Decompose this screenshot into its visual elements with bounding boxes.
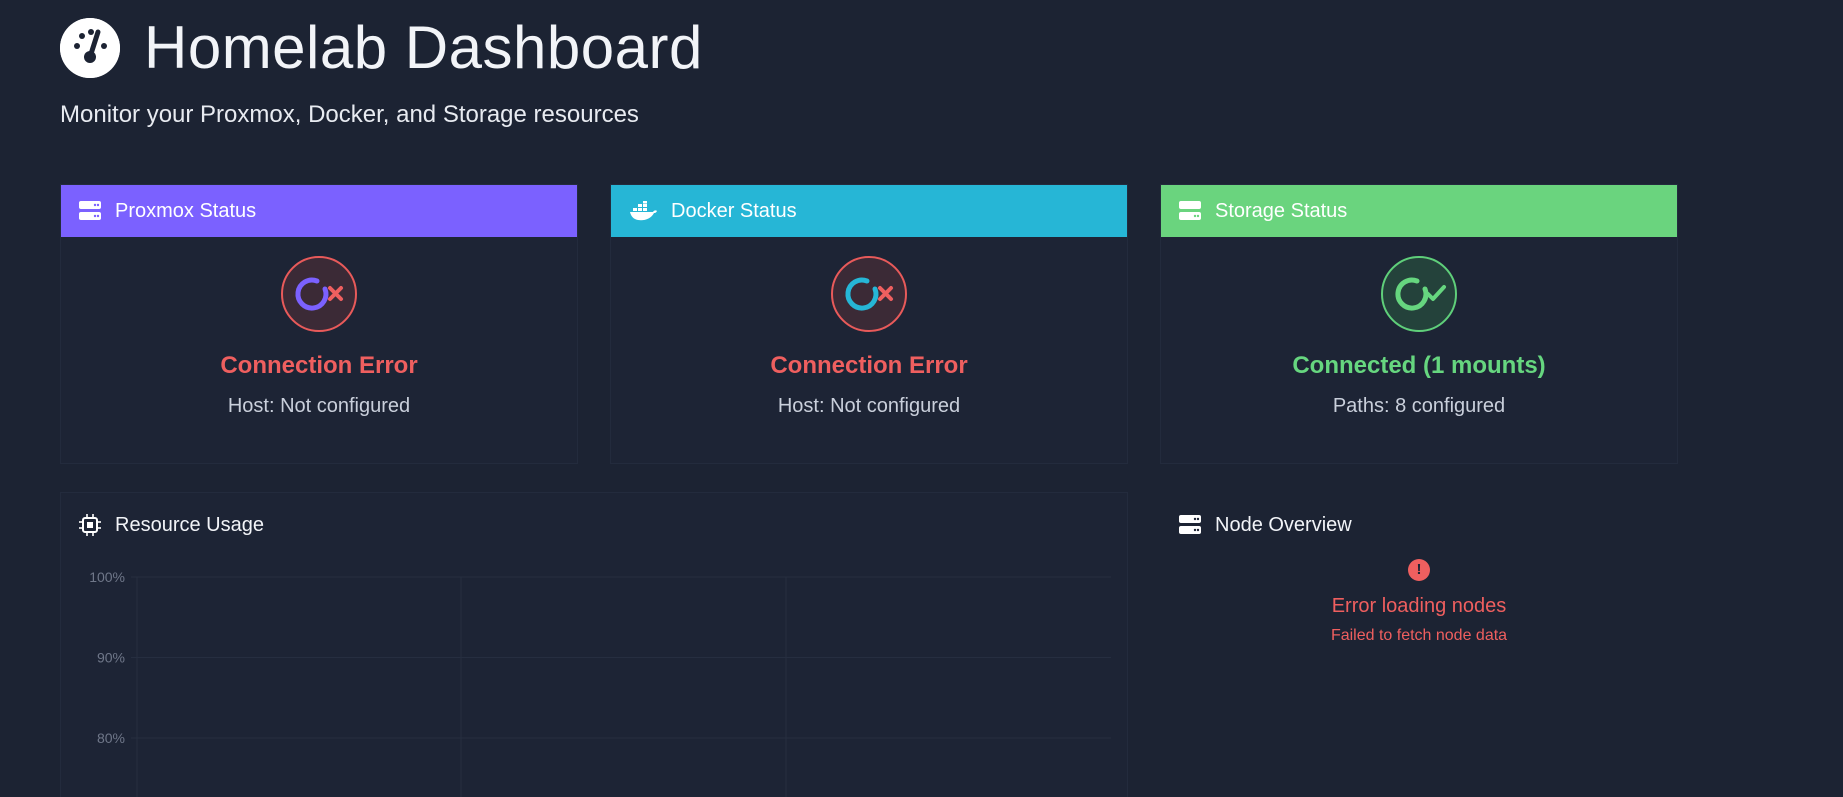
- y-tick-label: 80%: [97, 730, 125, 746]
- node-overview-panel: Node Overview ! Error loading nodes Fail…: [1160, 492, 1678, 797]
- page-header: Homelab Dashboard: [60, 18, 703, 78]
- docker-status-text: Connection Error: [770, 352, 968, 379]
- node-error-detail: Failed to fetch node data: [1330, 627, 1508, 644]
- proxmox-status-text: Connection Error: [220, 352, 418, 379]
- docker-status-card: Docker Status Connection Error Host: Not…: [610, 184, 1128, 464]
- docker-card-header: Docker Status: [611, 185, 1127, 237]
- alert-circle-icon: !: [1408, 559, 1430, 581]
- storage-status-text: Connected (1 mounts): [1292, 352, 1546, 379]
- storage-card-title: Storage Status: [1215, 199, 1348, 222]
- server-icon: [1179, 514, 1201, 536]
- y-tick-label: 90%: [97, 650, 125, 666]
- node-overview-title: Node Overview: [1215, 513, 1352, 536]
- storage-status-card: Storage Status Connected (1 mounts) Path…: [1160, 184, 1678, 464]
- docker-icon: [629, 200, 657, 222]
- docker-card-title: Docker Status: [671, 199, 797, 222]
- proxmox-host-text: Host: Not configured: [227, 395, 411, 417]
- connected-check-icon: [1381, 256, 1457, 332]
- storage-paths-text: Paths: 8 configured: [1332, 395, 1506, 417]
- node-error-message: ! Error loading nodes Failed to fetch no…: [1161, 559, 1677, 645]
- docker-host-text: Host: Not configured: [777, 395, 961, 417]
- proxmox-card-header: Proxmox Status: [61, 185, 577, 237]
- storage-icon: [1179, 200, 1201, 222]
- proxmox-card-title: Proxmox Status: [115, 199, 257, 222]
- y-tick-label: 100%: [89, 569, 125, 585]
- storage-card-header: Storage Status: [1161, 185, 1677, 237]
- node-overview-header: Node Overview: [1179, 499, 1352, 551]
- proxmox-status-card: Proxmox Status Connection Error Host: No…: [60, 184, 578, 464]
- connection-error-icon: [281, 256, 357, 332]
- node-error-title: Error loading nodes: [1331, 595, 1507, 617]
- gauge-icon: [60, 18, 120, 78]
- server-icon: [79, 200, 101, 222]
- resource-usage-chart: 100% 90% 80%: [89, 569, 1111, 797]
- page-subtitle: Monitor your Proxmox, Docker, and Storag…: [60, 101, 639, 128]
- connection-error-icon: [831, 256, 907, 332]
- page-title: Homelab Dashboard: [144, 14, 703, 81]
- resource-usage-panel: Resource Usage 100% 90% 80%: [60, 492, 1128, 797]
- dashboard-page: Homelab Dashboard Monitor your Proxmox, …: [0, 0, 1843, 797]
